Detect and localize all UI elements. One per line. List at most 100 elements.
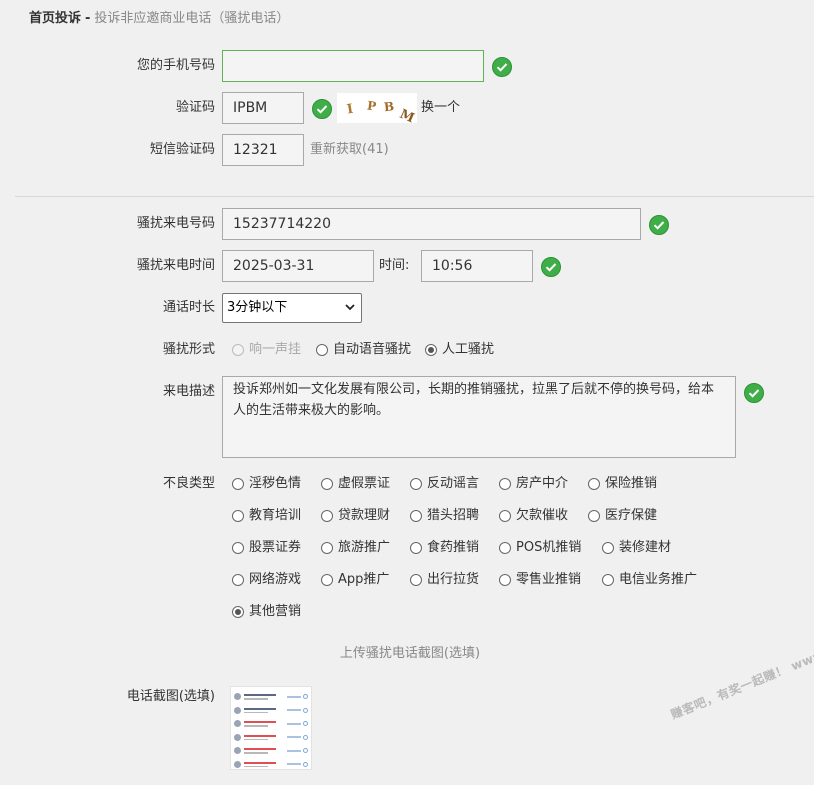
- bad-type-option[interactable]: 旅游推广: [321, 539, 410, 557]
- radio-label: 其他营销: [249, 604, 302, 619]
- radio-button[interactable]: [602, 574, 614, 586]
- bad-type-option[interactable]: 猎头招聘: [410, 507, 499, 525]
- bad-type-option[interactable]: 装修建材: [602, 539, 691, 557]
- radio-label: 人工骚扰: [442, 342, 495, 357]
- radio-label: 猎头招聘: [427, 508, 480, 523]
- radio-button[interactable]: [499, 542, 511, 554]
- bad-type-option[interactable]: 股票证券: [232, 539, 321, 557]
- radio-label: 出行拉货: [427, 572, 480, 587]
- bad-type-option[interactable]: 淫秽色情: [232, 475, 321, 493]
- bad-type-option[interactable]: 保险推销: [588, 475, 691, 493]
- bad-type-option[interactable]: 医疗保健: [588, 507, 691, 525]
- radio-button[interactable]: [321, 510, 333, 522]
- bad-type-option[interactable]: 虚假票证: [321, 475, 410, 493]
- bad-type-grid: 淫秽色情 虚假票证 反动谣言 房产中介 保险推销 教育培训 贷款理财 猎头招聘 …: [232, 475, 792, 621]
- radio-button[interactable]: [602, 542, 614, 554]
- harassment-form-label: 骚扰形式: [162, 342, 215, 357]
- sms-resend-button[interactable]: 重新获取(41): [310, 141, 389, 159]
- breadcrumb-separator: -: [85, 11, 91, 26]
- radio-label: 食药推销: [427, 540, 480, 555]
- radio-button[interactable]: [232, 478, 244, 490]
- radio-button[interactable]: [232, 542, 244, 554]
- radio-button[interactable]: [588, 478, 600, 490]
- call-date-input[interactable]: 2025-03-31: [222, 250, 374, 282]
- bad-type-option[interactable]: 教育培训: [232, 507, 321, 525]
- captcha-input[interactable]: IPBM: [222, 92, 304, 124]
- description-label: 来电描述: [162, 384, 215, 399]
- bad-type-option[interactable]: 电信业务推广: [602, 571, 722, 589]
- radio-label: 医疗保健: [605, 508, 658, 523]
- radio-label: 淫秽色情: [249, 476, 302, 491]
- radio-label: POS机推销: [516, 540, 582, 555]
- call-date-label: 骚扰来电时间: [136, 258, 215, 273]
- screenshot-label: 电话截图(选填): [126, 689, 215, 704]
- call-time-input[interactable]: 10:56: [421, 250, 533, 282]
- radio-button[interactable]: [499, 510, 511, 522]
- radio-button[interactable]: [410, 478, 422, 490]
- breadcrumb-home[interactable]: 首页投诉: [29, 11, 81, 26]
- sms-code-input[interactable]: 12321: [222, 134, 304, 166]
- radio-label: 零售业推销: [516, 572, 582, 587]
- bad-type-option[interactable]: 食药推销: [410, 539, 499, 557]
- bad-type-option[interactable]: 出行拉货: [410, 571, 499, 589]
- captcha-label: 验证码: [175, 100, 215, 115]
- screenshot-thumbnail[interactable]: [230, 686, 312, 770]
- radio-button[interactable]: [410, 542, 422, 554]
- radio-label: 保险推销: [605, 476, 658, 491]
- bad-type-option[interactable]: 贷款理财: [321, 507, 410, 525]
- radio-label: 电信业务推广: [619, 572, 698, 587]
- description-textarea[interactable]: 投诉郑州如一文化发展有限公司，长期的推销骚扰，拉黑了后就不停的换号码，给本人的生…: [222, 376, 736, 458]
- radio-button[interactable]: [232, 510, 244, 522]
- radio-button[interactable]: [321, 478, 333, 490]
- bad-type-row: 教育培训 贷款理财 猎头招聘 欠款催收 医疗保健: [232, 507, 792, 525]
- caller-number-label: 骚扰来电号码: [136, 216, 215, 231]
- call-time-label: 时间:: [379, 258, 410, 273]
- radio-label: 虚假票证: [338, 476, 391, 491]
- radio-ring-once[interactable]: 响一声挂: [232, 341, 301, 359]
- radio-label: App推广: [338, 572, 390, 587]
- bad-type-option[interactable]: 网络游戏: [232, 571, 321, 589]
- duration-label: 通话时长: [162, 300, 215, 315]
- caller-number-input[interactable]: 15237714220: [222, 208, 641, 240]
- radio-button[interactable]: [425, 344, 438, 356]
- bad-type-label: 不良类型: [162, 476, 215, 491]
- radio-label: 教育培训: [249, 508, 302, 523]
- bad-type-option[interactable]: 其他营销: [232, 603, 321, 621]
- radio-button[interactable]: [232, 606, 244, 618]
- bad-type-row: 网络游戏 App推广 出行拉货 零售业推销 电信业务推广: [232, 571, 792, 589]
- bad-type-row: 股票证券 旅游推广 食药推销 POS机推销 装修建材: [232, 539, 792, 557]
- bad-type-option[interactable]: App推广: [321, 571, 410, 589]
- radio-button[interactable]: [499, 574, 511, 586]
- bad-type-option[interactable]: 零售业推销: [499, 571, 602, 589]
- radio-label: 反动谣言: [427, 476, 480, 491]
- captcha-image[interactable]: I P B M: [337, 93, 417, 126]
- bad-type-option[interactable]: POS机推销: [499, 539, 602, 557]
- radio-manual[interactable]: 人工骚扰: [425, 341, 494, 359]
- radio-button[interactable]: [232, 344, 244, 356]
- radio-label: 贷款理财: [338, 508, 391, 523]
- radio-button[interactable]: [499, 478, 511, 490]
- bad-type-option[interactable]: 反动谣言: [410, 475, 499, 493]
- time-valid-check-icon: [541, 257, 561, 277]
- radio-label: 装修建材: [619, 540, 672, 555]
- phone-valid-check-icon: [492, 57, 512, 77]
- bad-type-option[interactable]: 欠款催收: [499, 507, 588, 525]
- radio-label: 房产中介: [516, 476, 569, 491]
- duration-selected-value: 3分钟以下: [227, 300, 288, 315]
- captcha-refresh-link[interactable]: 换一个: [421, 99, 460, 117]
- svg-text:B: B: [383, 99, 395, 114]
- bad-type-row: 淫秽色情 虚假票证 反动谣言 房产中介 保险推销: [232, 475, 792, 493]
- radio-button[interactable]: [321, 574, 333, 586]
- bad-type-option[interactable]: 房产中介: [499, 475, 588, 493]
- radio-button[interactable]: [410, 574, 422, 586]
- sms-code-label: 短信验证码: [149, 142, 215, 157]
- radio-button[interactable]: [232, 574, 244, 586]
- radio-button[interactable]: [588, 510, 600, 522]
- phone-input[interactable]: [222, 50, 484, 82]
- radio-button[interactable]: [316, 344, 329, 356]
- radio-button[interactable]: [410, 510, 422, 522]
- radio-button[interactable]: [321, 542, 333, 554]
- radio-label: 自动语音骚扰: [333, 342, 412, 357]
- radio-auto-voice[interactable]: 自动语音骚扰: [316, 341, 411, 359]
- duration-select[interactable]: 3分钟以下: [222, 293, 362, 323]
